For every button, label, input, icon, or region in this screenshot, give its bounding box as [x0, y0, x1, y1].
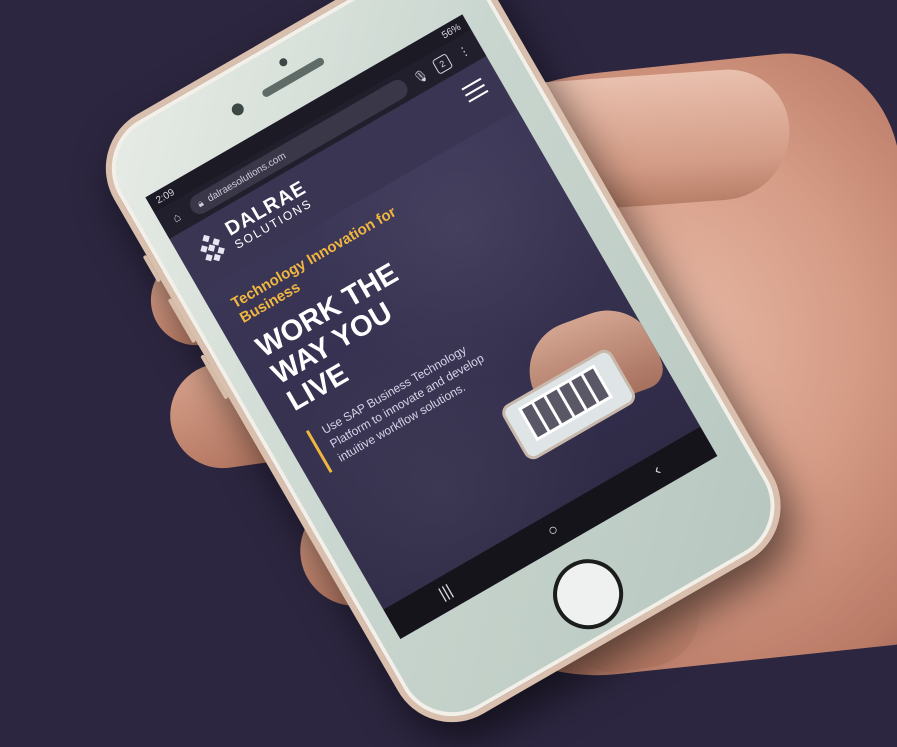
lock-icon: 🔒︎: [195, 197, 206, 210]
front-camera: [229, 101, 246, 118]
earpiece-speaker: [260, 56, 326, 99]
photo-stage: 2:09 56% ⌂ 🔒︎ dalraesolutions.com 🎙︎ 2 ⋮: [0, 0, 897, 745]
logo-mark-icon: [192, 229, 230, 267]
recent-apps-button[interactable]: |||: [436, 582, 456, 604]
proximity-sensor: [277, 56, 289, 68]
hamburger-menu-icon[interactable]: [461, 77, 489, 103]
more-menu-icon[interactable]: ⋮: [452, 39, 477, 64]
mic-icon[interactable]: 🎙︎: [409, 64, 434, 89]
back-button[interactable]: ‹: [651, 462, 665, 480]
home-icon[interactable]: ⌂: [164, 205, 189, 230]
home-nav-button[interactable]: ○: [545, 521, 562, 541]
tabs-button[interactable]: 2: [431, 53, 454, 75]
mute-switch: [142, 254, 162, 283]
home-button[interactable]: [540, 546, 636, 642]
tabs-count: 2: [437, 58, 448, 70]
